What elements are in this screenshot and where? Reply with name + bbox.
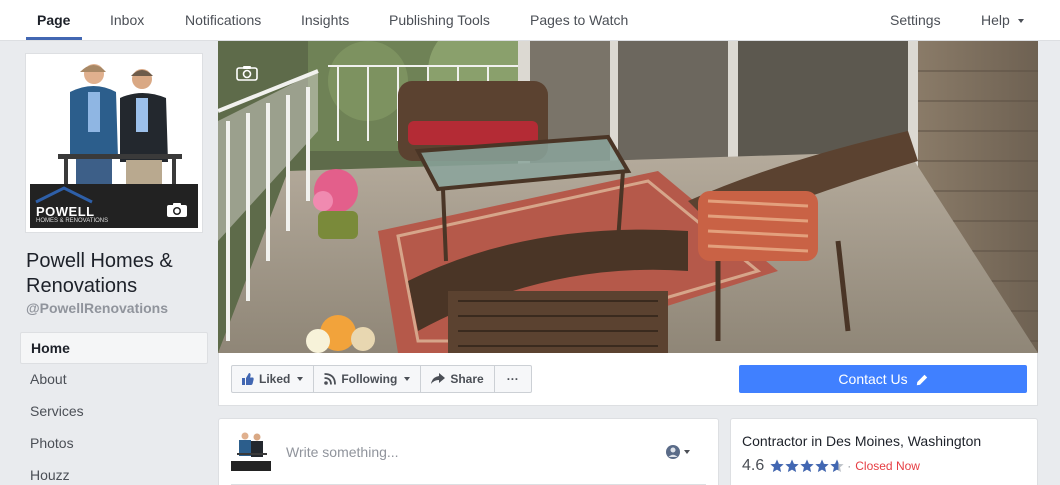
liked-button[interactable]: Liked [232,366,315,392]
help-menu[interactable]: Help [981,0,1024,41]
rss-feed-icon [324,373,337,385]
rating-value: 4.6 [742,457,765,474]
write-something-input[interactable]: Write something... [286,444,399,460]
avatar-people-illustration [237,432,267,457]
roof-logo-mark [35,186,93,204]
cover-photo[interactable] [218,41,1038,353]
rating-row: 4.6 · Closed Now [742,457,920,475]
pencil-icon [916,375,927,386]
logo-text: POWELL [36,204,95,219]
cover-porch-illustration [218,41,1038,353]
sidebar-item-photos[interactable]: Photos [20,428,208,460]
sidebar-item-houzz[interactable]: Houzz [20,460,208,485]
chevron-down-icon [1017,19,1024,24]
active-tab-indicator [26,37,82,40]
more-options-button[interactable]: ··· [495,366,531,392]
page-actions-group: Liked Following Share ··· [231,365,532,393]
help-label: Help [981,12,1010,28]
following-label: Following [341,372,398,386]
tab-insights[interactable]: Insights [301,0,349,41]
star-icon [815,459,829,472]
page-top-nav: Page Inbox Notifications Insights Publis… [0,0,1060,41]
profile-people-illustration [30,58,198,184]
separator: · [847,459,852,473]
sidebar-nav: Home About Services Photos Houzz [20,332,208,485]
contact-us-button[interactable]: Contact Us [739,365,1027,393]
chevron-down-icon [297,377,304,381]
tab-inbox[interactable]: Inbox [110,0,144,41]
tab-pages-to-watch[interactable]: Pages to Watch [530,0,628,41]
profile-picture-image: POWELL HOMES & RENOVATIONS [30,58,198,228]
business-category[interactable]: Contractor in Des Moines, Washington [742,433,981,449]
star-icon [770,459,784,472]
chevron-down-icon [684,450,690,454]
tab-publishing-tools[interactable]: Publishing Tools [389,0,490,41]
camera-icon[interactable] [166,202,188,218]
star-rating[interactable] [770,459,844,473]
chevron-down-icon [404,377,411,381]
post-composer: Write something... [218,418,719,485]
contact-us-label: Contact Us [838,371,908,387]
thumbs-up-icon [242,373,254,385]
tab-notifications[interactable]: Notifications [185,0,261,41]
avatar [231,431,271,471]
following-button[interactable]: Following [314,366,422,392]
star-icon [800,459,814,472]
company-logo: POWELL HOMES & RENOVATIONS [30,184,198,228]
share-label: Share [450,372,484,386]
logo-subtext: HOMES & RENOVATIONS [36,218,109,224]
post-as-selector[interactable] [666,445,696,459]
page-avatar-icon [666,445,680,459]
about-card: Contractor in Des Moines, Washington 4.6… [730,418,1038,485]
more-options-icon: ··· [506,372,519,386]
sidebar-item-about[interactable]: About [20,364,208,396]
open-status: Closed Now [855,459,920,473]
page-username[interactable]: @PowellRenovations [26,300,168,316]
share-arrow-icon [431,373,446,384]
star-icon [830,459,844,472]
profile-picture[interactable]: POWELL HOMES & RENOVATIONS [25,53,203,233]
avatar-logo-bar [231,461,271,471]
page-action-bar: Liked Following Share ··· Contact Us [218,353,1038,406]
tab-settings[interactable]: Settings [890,0,941,41]
camera-icon[interactable] [236,65,258,81]
sidebar-item-home[interactable]: Home [20,332,208,364]
liked-label: Liked [259,372,291,386]
page-title[interactable]: Powell Homes & Renovations [26,249,206,299]
sidebar-item-services[interactable]: Services [20,396,208,428]
share-button[interactable]: Share [421,366,495,392]
star-icon [785,459,799,472]
tab-page[interactable]: Page [37,0,70,41]
